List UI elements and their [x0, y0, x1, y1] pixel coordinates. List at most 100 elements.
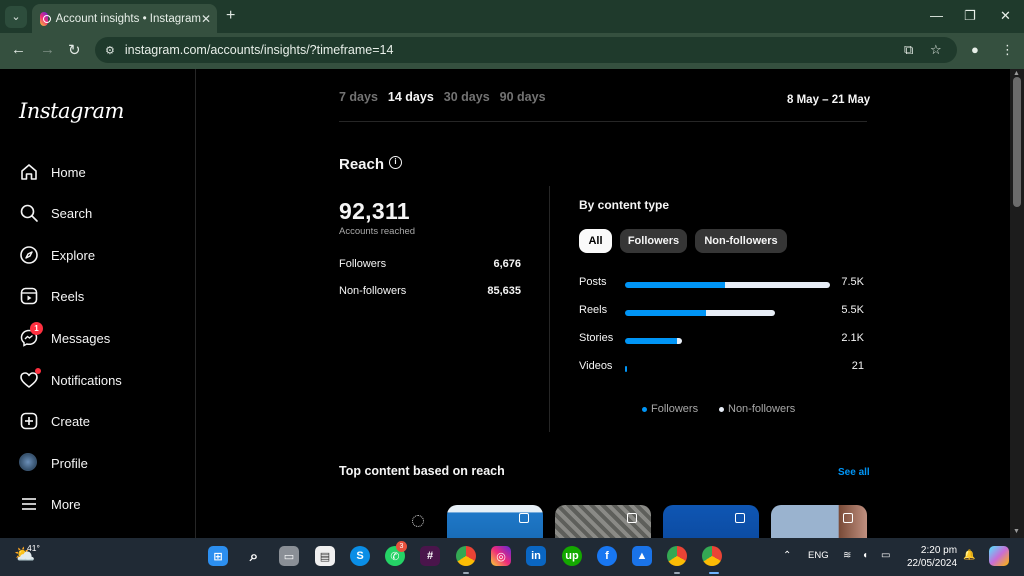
skype-icon[interactable]: S	[350, 546, 370, 566]
clock-time: 2:20 pm	[920, 545, 958, 556]
chip-non-followers[interactable]: Non-followers	[695, 229, 787, 253]
chip-followers[interactable]: Followers	[620, 229, 687, 253]
window-close-icon[interactable]: ✕	[1000, 8, 1011, 24]
facebook-icon[interactable]: f	[597, 546, 617, 566]
reach-row-non-followers: Non-followers 85,635	[339, 285, 521, 297]
see-all-link[interactable]: See all	[838, 467, 870, 478]
sidebar-item-messages[interactable]: 1 Messages	[19, 322, 110, 351]
sidebar-item-label: Profile	[51, 455, 88, 471]
profile-icon[interactable]: ●	[971, 42, 979, 57]
scrollbar-thumb[interactable]	[1013, 77, 1021, 207]
top-content-thumbnail[interactable]	[771, 505, 867, 538]
plus-square-icon	[19, 411, 39, 431]
cast-icon[interactable]: ⧉	[904, 42, 913, 58]
instagram-app-icon[interactable]: ◎	[491, 546, 511, 566]
maximize-icon[interactable]: ❐	[964, 8, 976, 24]
top-content-title: Top content based on reach	[339, 464, 505, 478]
messages-badge: 1	[30, 322, 43, 335]
legend-non-followers: Non-followers	[719, 403, 795, 415]
chrome-active-icon[interactable]	[702, 546, 722, 566]
sidebar-item-explore[interactable]: Explore	[19, 242, 95, 268]
top-content-thumbnail[interactable]	[447, 505, 543, 538]
date-range: 8 May – 21 May	[787, 94, 871, 106]
search-icon	[19, 203, 39, 223]
top-content-thumbnail[interactable]	[663, 505, 759, 538]
timeframe-14-days[interactable]: 14 days	[388, 90, 434, 104]
reach-row-followers: Followers 6,676	[339, 258, 521, 270]
timeframe-30-days[interactable]: 30 days	[444, 90, 490, 104]
timeframe-7-days[interactable]: 7 days	[339, 90, 378, 104]
bar-reels	[625, 310, 776, 316]
reach-row-label: Non-followers	[339, 285, 407, 297]
tab-search-icon[interactable]: ⌄	[5, 5, 27, 28]
bar-segment-followers	[625, 282, 726, 288]
tab-close-icon[interactable]: ✕	[201, 12, 211, 26]
bar-label-videos: Videos	[579, 360, 613, 372]
app-icon[interactable]: ▲	[632, 546, 652, 566]
profile-avatar-icon	[19, 453, 39, 473]
bookmark-star-icon[interactable]: ☆	[930, 42, 942, 58]
bar-value-videos: 21	[851, 360, 864, 372]
sidebar-item-label: Search	[51, 205, 93, 221]
search-taskbar-icon[interactable]: ⌕	[244, 546, 264, 566]
site-settings-icon[interactable]: ⚙	[105, 44, 115, 57]
file-icon[interactable]: ▤	[315, 546, 335, 566]
notification-bell-icon[interactable]: 🔔	[963, 550, 975, 561]
running-indicator	[674, 572, 680, 574]
copilot-icon[interactable]	[989, 546, 1009, 566]
clock-date: 22/05/2024	[907, 558, 958, 569]
sidebar-item-reels[interactable]: Reels	[19, 283, 84, 309]
forward-icon[interactable]: →	[40, 41, 55, 58]
whatsapp-badge: 3	[396, 541, 407, 552]
sidebar-item-more[interactable]: More	[19, 491, 81, 517]
windows-start-icon[interactable]: ⊞	[208, 546, 228, 566]
back-icon[interactable]: ←	[11, 41, 26, 58]
tray-chevron-icon[interactable]: ⌃	[783, 550, 791, 561]
sidebar-item-search[interactable]: Search	[19, 200, 92, 226]
sidebar-item-create[interactable]: Create	[19, 408, 90, 434]
linkedin-icon[interactable]: in	[526, 546, 546, 566]
minimize-icon[interactable]: —	[930, 8, 943, 23]
chrome-icon[interactable]	[456, 546, 476, 566]
address-bar[interactable]: ⚙ instagram.com/accounts/insights/?timef…	[95, 37, 957, 63]
sidebar-item-label: Reels	[51, 288, 85, 304]
bar-value-posts: 7.5K	[841, 276, 864, 288]
task-view-icon[interactable]: ▭	[279, 546, 299, 566]
page-scrollbar[interactable]: ▲ ▼	[1010, 69, 1024, 538]
clock[interactable]: 2:20 pm 22/05/2024	[907, 544, 957, 570]
hamburger-icon	[19, 494, 39, 514]
carousel-icon	[519, 513, 529, 523]
volume-icon[interactable]: ◖	[862, 550, 868, 561]
slack-icon[interactable]: #	[420, 546, 440, 566]
sidebar-item-profile[interactable]: Profile	[19, 450, 88, 476]
sidebar-item-label: More	[51, 496, 81, 512]
chip-all[interactable]: All	[579, 229, 612, 253]
timeframe-90-days[interactable]: 90 days	[500, 90, 546, 104]
new-tab-icon[interactable]: +	[226, 7, 235, 25]
instagram-logo[interactable]: Instagram	[19, 99, 124, 123]
browser-menu-icon[interactable]: ⋮	[1001, 42, 1014, 58]
chrome-profile-icon[interactable]	[667, 546, 687, 566]
wifi-icon[interactable]: ≋	[843, 550, 851, 561]
sidebar-item-home[interactable]: Home	[19, 159, 86, 185]
reach-row-label: Followers	[339, 258, 387, 270]
legend-dot-followers	[642, 406, 647, 412]
sidebar-item-notifications[interactable]: Notifications	[19, 367, 122, 393]
scroll-up-icon[interactable]: ▲	[1013, 70, 1020, 77]
upwork-icon[interactable]: up	[562, 546, 582, 566]
reach-row-value: 6,676	[493, 258, 521, 270]
battery-icon[interactable]: ▭	[881, 550, 890, 561]
bar-value-stories: 2.1K	[841, 332, 864, 344]
bar-segment-followers	[625, 338, 677, 344]
messenger-icon: 1	[19, 322, 43, 348]
top-content-thumbnail[interactable]	[555, 505, 651, 538]
divider	[339, 121, 867, 122]
heart-icon	[19, 368, 41, 390]
language-indicator[interactable]: ENG	[808, 550, 829, 561]
info-icon[interactable]: i	[389, 156, 402, 169]
reload-icon[interactable]: ↻	[68, 41, 81, 59]
scroll-down-icon[interactable]: ▼	[1013, 528, 1020, 535]
browser-tab[interactable]: Account insights • Instagram ✕	[32, 4, 217, 33]
bar-videos	[625, 366, 627, 372]
bar-segment-non-followers	[676, 338, 683, 344]
